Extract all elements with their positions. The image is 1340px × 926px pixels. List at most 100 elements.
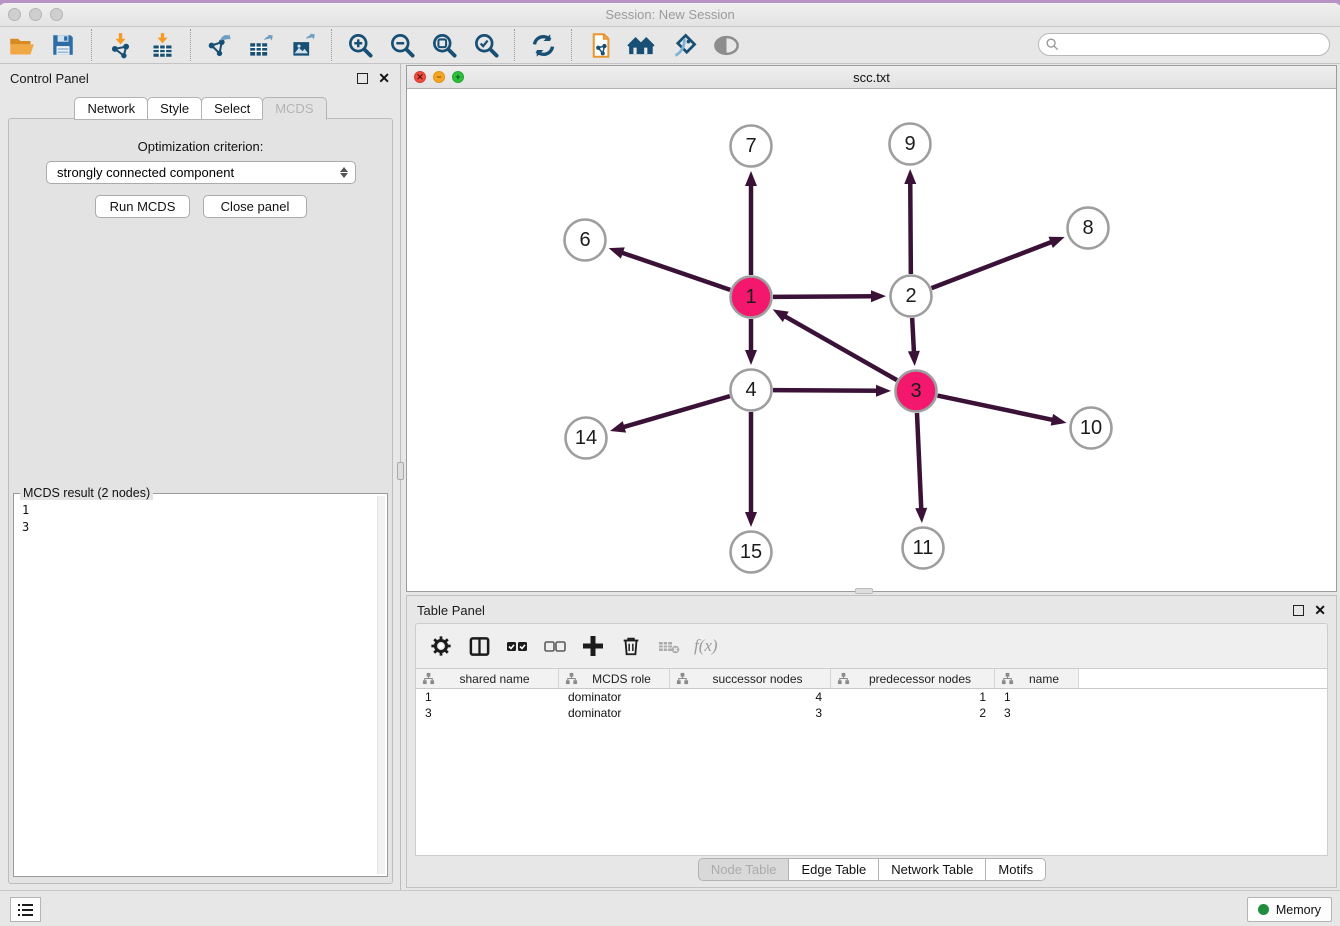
close-panel-icon[interactable]: ✕ xyxy=(378,71,390,85)
clone-network-icon[interactable] xyxy=(585,30,615,60)
table-cell[interactable]: 4 xyxy=(670,689,831,705)
edge-arrowhead-icon xyxy=(745,512,757,527)
column-header-shared-name[interactable]: shared name xyxy=(416,669,559,688)
table-cell[interactable]: 3 xyxy=(670,705,831,721)
graph-edge-3-10[interactable] xyxy=(938,396,1056,421)
toggle-graphics-details-icon[interactable] xyxy=(711,30,741,60)
table-cell[interactable]: 3 xyxy=(416,705,559,721)
graph-node-4[interactable]: 4 xyxy=(731,370,772,411)
tab-motifs[interactable]: Motifs xyxy=(985,858,1046,881)
network-window-titlebar[interactable]: ✕ − + scc.txt xyxy=(407,66,1336,89)
tab-edge-table[interactable]: Edge Table xyxy=(788,858,879,881)
table-row[interactable]: 3dominator323 xyxy=(416,705,1327,721)
mcds-result-scrollbar[interactable] xyxy=(377,496,385,874)
edge-arrowhead-icon xyxy=(610,421,626,433)
open-browser-icon[interactable] xyxy=(627,30,657,60)
panel-splitter-grip[interactable] xyxy=(397,462,404,480)
graph-node-10[interactable]: 10 xyxy=(1071,408,1112,449)
table-cell[interactable]: dominator xyxy=(559,689,670,705)
table-cell[interactable]: 3 xyxy=(995,705,1079,721)
column-header-successor-nodes[interactable]: successor nodes xyxy=(670,669,831,688)
tab-network[interactable]: Network xyxy=(74,97,148,120)
graph-node-7[interactable]: 7 xyxy=(731,126,772,167)
memory-button[interactable]: Memory xyxy=(1247,897,1332,922)
column-header-predecessor-nodes[interactable]: predecessor nodes xyxy=(831,669,995,688)
graph-edge-3-1[interactable] xyxy=(782,315,897,380)
graph-node-1[interactable]: 1 xyxy=(731,277,772,318)
close-panel-button[interactable]: Close panel xyxy=(203,195,307,218)
show-columns-icon[interactable] xyxy=(466,633,492,659)
table-body: 1dominator4113dominator323 xyxy=(416,689,1327,721)
graph-edge-2-3[interactable] xyxy=(912,318,914,355)
export-image-icon[interactable] xyxy=(288,30,318,60)
column-type-icon xyxy=(422,672,435,685)
tab-node-table[interactable]: Node Table xyxy=(698,858,790,881)
graph-edge-2-8[interactable] xyxy=(932,241,1055,288)
zoom-selected-icon[interactable] xyxy=(471,30,501,60)
graph-node-11[interactable]: 11 xyxy=(903,528,944,569)
apply-layout-icon[interactable] xyxy=(528,30,558,60)
graph-node-label: 15 xyxy=(740,541,762,563)
graph-node-15[interactable]: 15 xyxy=(731,532,772,573)
zoom-fit-icon[interactable] xyxy=(429,30,459,60)
float-table-panel-icon[interactable] xyxy=(1293,605,1304,616)
table-toolbar: f(x) xyxy=(415,623,1328,668)
graph-edge-3-11[interactable] xyxy=(917,413,921,512)
graph-edge-4-3[interactable] xyxy=(773,390,880,391)
save-session-icon[interactable] xyxy=(48,30,78,60)
graph-node-2[interactable]: 2 xyxy=(891,276,932,317)
table-cell[interactable]: 1 xyxy=(416,689,559,705)
delete-column-icon[interactable] xyxy=(618,633,644,659)
task-history-button[interactable] xyxy=(10,897,41,922)
node-table: shared nameMCDS role successor nodesprede… xyxy=(415,668,1328,856)
export-network-icon[interactable] xyxy=(204,30,234,60)
criterion-dropdown[interactable]: strongly connected component xyxy=(46,161,356,184)
deselect-all-icon[interactable] xyxy=(542,633,568,659)
edge-arrowhead-icon xyxy=(908,351,920,366)
column-header-MCDS-role[interactable]: MCDS role xyxy=(559,669,670,688)
zoom-out-icon[interactable] xyxy=(387,30,417,60)
select-all-icon[interactable] xyxy=(504,633,530,659)
graph-node-6[interactable]: 6 xyxy=(565,220,606,261)
graph-node-14[interactable]: 14 xyxy=(566,418,607,459)
create-column-icon[interactable] xyxy=(580,633,606,659)
open-session-icon[interactable] xyxy=(6,30,36,60)
export-table-icon[interactable] xyxy=(246,30,276,60)
graph-node-9[interactable]: 9 xyxy=(890,124,931,165)
table-cell[interactable]: 2 xyxy=(831,705,995,721)
graph-edge-2-9[interactable] xyxy=(910,180,911,274)
graph-edge-1-6[interactable] xyxy=(619,252,730,290)
table-cell[interactable]: dominator xyxy=(559,705,670,721)
tab-mcds[interactable]: MCDS xyxy=(262,97,326,120)
import-network-icon[interactable] xyxy=(105,30,135,60)
table-cell[interactable]: 1 xyxy=(995,689,1079,705)
mcds-result-text[interactable]: 13 xyxy=(16,498,375,874)
search-input[interactable] xyxy=(1060,36,1329,54)
column-header-label: successor nodes xyxy=(689,672,830,686)
import-table-icon[interactable] xyxy=(147,30,177,60)
run-mcds-button[interactable]: Run MCDS xyxy=(95,195,190,218)
toolbar-separator xyxy=(571,29,572,61)
network-canvas[interactable]: 7 9 6 8 1 2 4 3 14 10 15 11 xyxy=(407,89,1336,591)
tab-select[interactable]: Select xyxy=(201,97,263,120)
toggle-annotations-icon[interactable] xyxy=(669,30,699,60)
column-header-name[interactable]: name xyxy=(995,669,1079,688)
close-table-panel-icon[interactable]: ✕ xyxy=(1314,603,1326,617)
dropdown-stepper-icon xyxy=(340,167,348,178)
table-panel-title: Table Panel xyxy=(417,603,485,618)
memory-status-icon xyxy=(1258,904,1269,915)
float-panel-icon[interactable] xyxy=(357,73,368,84)
graph-edge-4-14[interactable] xyxy=(621,396,730,428)
table-cell[interactable]: 1 xyxy=(831,689,995,705)
search-box[interactable] xyxy=(1038,33,1330,56)
table-row[interactable]: 1dominator411 xyxy=(416,689,1327,705)
table-mode-gear-icon[interactable] xyxy=(428,633,454,659)
column-type-icon xyxy=(676,672,689,685)
canvas-splitter-grip[interactable] xyxy=(855,588,873,594)
graph-node-3[interactable]: 3 xyxy=(896,371,937,412)
graph-edge-1-2[interactable] xyxy=(773,296,875,297)
tab-network-table[interactable]: Network Table xyxy=(878,858,986,881)
tab-style[interactable]: Style xyxy=(147,97,202,120)
zoom-in-icon[interactable] xyxy=(345,30,375,60)
graph-node-8[interactable]: 8 xyxy=(1068,208,1109,249)
